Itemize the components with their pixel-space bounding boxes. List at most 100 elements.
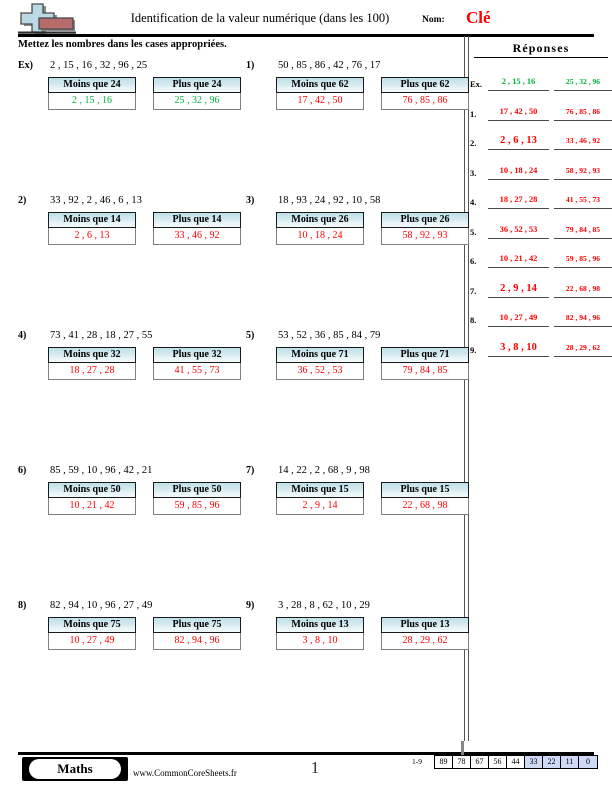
problem-numbers: 73 , 41 , 28 , 18 , 27 , 55: [50, 330, 153, 341]
greater-than-answer-box[interactable]: 76 , 85 , 86: [381, 93, 469, 110]
greater-than-header-column: Plus que 32 41 , 55 , 73: [153, 347, 241, 380]
answer-row: 4. 18 , 27 , 28 41 , 55 , 73: [470, 192, 612, 222]
answer-greater-than-blank[interactable]: 41 , 55 , 73: [554, 192, 612, 209]
answer-less-than-blank[interactable]: 36 , 52 , 53: [488, 222, 549, 239]
answer-less-than-blank[interactable]: 10 , 18 , 24: [488, 163, 549, 180]
problem-boxes: Moins que 14 2 , 6 , 13 Plus que 14 33 , 46…: [48, 212, 241, 245]
greater-than-answer-box[interactable]: 22 , 68 , 98: [381, 498, 469, 515]
score-cell: 44: [507, 756, 525, 768]
less-than-header: Moins que 15: [276, 482, 364, 498]
less-than-answer-box[interactable]: 2 , 9 , 14: [276, 498, 364, 515]
less-than-answer-box[interactable]: 3 , 8 , 10: [276, 633, 364, 650]
answer-greater-than-blank[interactable]: 76 , 85 , 86: [554, 104, 612, 121]
greater-than-header-column: Plus que 13 28 , 29 , 62: [381, 617, 469, 650]
answer-less-than-blank[interactable]: 17 , 42 , 50: [488, 104, 549, 121]
less-than-header: Moins que 32: [48, 347, 136, 363]
problem-boxes: Moins que 62 17 , 42 , 50 Plus que 62 76 , …: [276, 77, 469, 110]
greater-than-header-column: Plus que 62 76 , 85 , 86: [381, 77, 469, 110]
problem-item: 7) 14 , 22 , 2 , 68 , 9 , 98 Moins que 15 2…: [242, 465, 469, 521]
name-value: Clé: [466, 8, 491, 27]
less-than-answer-box[interactable]: 18 , 27 , 28: [48, 363, 136, 380]
problem-numbers: 53 , 52 , 36 , 85 , 84 , 79: [278, 330, 381, 341]
less-than-header: Moins que 14: [48, 212, 136, 228]
answer-greater-than-blank[interactable]: 59 , 85 , 96: [554, 251, 612, 268]
greater-than-header-column: Plus que 15 22 , 68 , 98: [381, 482, 469, 515]
greater-than-header: Plus que 75: [153, 617, 241, 633]
answer-less-than-blank[interactable]: 2 , 15 , 16: [488, 74, 549, 91]
answer-row-number: 3.: [470, 167, 477, 178]
problem-numbers: 50 , 85 , 86 , 42 , 76 , 17: [278, 60, 381, 71]
greater-than-answer-box[interactable]: 41 , 55 , 73: [153, 363, 241, 380]
greater-than-answer-box[interactable]: 82 , 94 , 96: [153, 633, 241, 650]
problem-boxes: Moins que 26 10 , 18 , 24 Plus que 26 58 , …: [276, 212, 469, 245]
less-than-header: Moins que 26: [276, 212, 364, 228]
problem-numbers: 14 , 22 , 2 , 68 , 9 , 98: [278, 465, 370, 476]
less-than-answer-box[interactable]: 36 , 52 , 53: [276, 363, 364, 380]
answer-row: 2. 2 , 6 , 13 33 , 46 , 92: [470, 133, 612, 163]
site-url: www.CommonCoreSheets.fr: [133, 768, 237, 778]
answer-row: 7. 2 , 9 , 14 22 , 68 , 98: [470, 281, 612, 311]
problem-numbers: 18 , 93 , 24 , 92 , 10 , 58: [278, 195, 381, 206]
answer-row-number: 2.: [470, 138, 477, 148]
brand-badge-label: Maths: [29, 759, 121, 779]
problem-number: 4): [18, 330, 27, 341]
problem-numbers: 33 , 92 , 2 , 46 , 6 , 13: [50, 195, 142, 206]
answer-greater-than-blank[interactable]: 22 , 68 , 98: [554, 281, 612, 298]
answer-less-than-blank[interactable]: 18 , 27 , 28: [488, 192, 549, 209]
answer-greater-than-blank[interactable]: 58 , 92 , 93: [554, 163, 612, 180]
answer-less-than-blank[interactable]: 2 , 9 , 14: [488, 281, 549, 298]
less-than-header-column: Moins que 26 10 , 18 , 24: [276, 212, 364, 245]
answer-greater-than-blank[interactable]: 79 , 84 , 85: [554, 222, 612, 239]
page-number: 1: [310, 758, 320, 777]
greater-than-header-column: Plus que 14 33 , 46 , 92: [153, 212, 241, 245]
answer-greater-than-blank[interactable]: 28 , 29 , 62: [554, 340, 612, 357]
less-than-header-column: Moins que 24 2 , 15 , 16: [48, 77, 136, 110]
answer-row: 6. 10 , 21 , 42 59 , 85 , 96: [470, 251, 612, 281]
answer-greater-than-blank[interactable]: 82 , 94 , 96: [554, 310, 612, 327]
greater-than-answer-box[interactable]: 33 , 46 , 92: [153, 228, 241, 245]
answer-row: 3. 10 , 18 , 24 58 , 92 , 93: [470, 163, 612, 193]
less-than-answer-box[interactable]: 2 , 15 , 16: [48, 93, 136, 110]
problem-boxes: Moins que 32 18 , 27 , 28 Plus que 32 41 , …: [48, 347, 241, 380]
score-scale: 89 78 67 56 44 33 22 11 0: [434, 755, 598, 769]
answer-greater-than-blank[interactable]: 25 , 32 , 96: [554, 74, 612, 91]
problem-item: 4) 73 , 41 , 28 , 18 , 27 , 55 Moins que 3…: [14, 330, 241, 386]
answer-less-than-blank[interactable]: 3 , 8 , 10: [488, 340, 549, 357]
greater-than-answer-box[interactable]: 25 , 32 , 96: [153, 93, 241, 110]
answer-row-number: 8.: [470, 315, 477, 325]
score-cell: 33: [525, 756, 543, 768]
problem-item: 3) 18 , 93 , 24 , 92 , 10 , 58 Moins que 2…: [242, 195, 469, 251]
less-than-answer-box[interactable]: 10 , 27 , 49: [48, 633, 136, 650]
problem-numbers: 2 , 15 , 16 , 32 , 96 , 25: [50, 60, 148, 71]
greater-than-header: Plus que 50: [153, 482, 241, 498]
answer-row-number: 1.: [470, 108, 477, 119]
greater-than-answer-box[interactable]: 28 , 29 , 62: [381, 633, 469, 650]
problem-boxes: Moins que 50 10 , 21 , 42 Plus que 50 59 , …: [48, 482, 241, 515]
answer-less-than-blank[interactable]: 10 , 27 , 49: [488, 310, 549, 327]
greater-than-header-column: Plus que 24 25 , 32 , 96: [153, 77, 241, 110]
page-title: Identification de la valeur numérique (d…: [130, 11, 390, 25]
answer-less-than-blank[interactable]: 10 , 21 , 42: [488, 251, 549, 268]
less-than-answer-box[interactable]: 10 , 18 , 24: [276, 228, 364, 245]
greater-than-header: Plus que 14: [153, 212, 241, 228]
problem-boxes: Moins que 13 3 , 8 , 10 Plus que 13 28 , 29…: [276, 617, 469, 650]
less-than-answer-box[interactable]: 2 , 6 , 13: [48, 228, 136, 245]
problem-numbers: 3 , 28 , 8 , 62 , 10 , 29: [278, 600, 370, 611]
answer-row-number: 5.: [470, 226, 477, 237]
less-than-header: Moins que 50: [48, 482, 136, 498]
less-than-header-column: Moins que 75 10 , 27 , 49: [48, 617, 136, 650]
greater-than-answer-box[interactable]: 59 , 85 , 96: [153, 498, 241, 515]
greater-than-header: Plus que 13: [381, 617, 469, 633]
greater-than-header-column: Plus que 50 59 , 85 , 96: [153, 482, 241, 515]
greater-than-answer-box[interactable]: 58 , 92 , 93: [381, 228, 469, 245]
answer-greater-than-blank[interactable]: 33 , 46 , 92: [554, 133, 612, 150]
answer-less-than-blank[interactable]: 2 , 6 , 13: [488, 133, 549, 150]
worksheet-page: Identification de la valeur numérique (d…: [0, 0, 612, 792]
less-than-answer-box[interactable]: 10 , 21 , 42: [48, 498, 136, 515]
greater-than-answer-box[interactable]: 79 , 84 , 85: [381, 363, 469, 380]
problem-boxes: Moins que 71 36 , 52 , 53 Plus que 71 79 , …: [276, 347, 469, 380]
answer-row: 5. 36 , 52 , 53 79 , 84 , 85: [470, 222, 612, 252]
score-cell: 11: [561, 756, 579, 768]
less-than-answer-box[interactable]: 17 , 42 , 50: [276, 93, 364, 110]
less-than-header-column: Moins que 15 2 , 9 , 14: [276, 482, 364, 515]
